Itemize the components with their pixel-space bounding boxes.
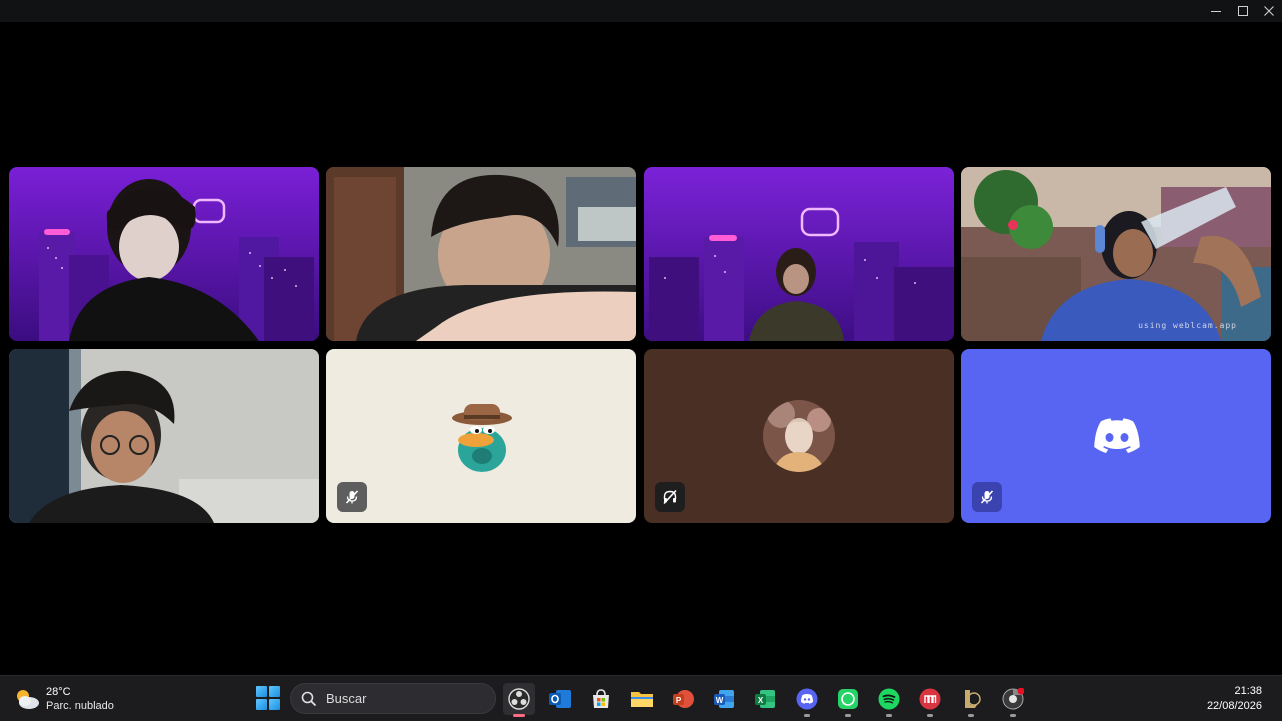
windows-taskbar: 28°C Parc. nublado Buscar P W X 21:38 22…	[0, 675, 1282, 721]
chrome-dev-icon	[1002, 688, 1024, 710]
participant-video-tile[interactable]	[9, 349, 319, 523]
microsoft-store-icon	[593, 689, 609, 708]
taskbar-app-tasks[interactable]	[914, 683, 946, 717]
search-box[interactable]: Buscar	[290, 683, 496, 714]
status-badge	[655, 482, 685, 512]
participant-video-tile[interactable]	[326, 167, 636, 341]
taskbar-app-word[interactable]: W	[708, 683, 740, 715]
participant-avatar-tile[interactable]	[961, 349, 1271, 523]
discord-icon	[796, 688, 818, 710]
powerpoint-icon: P	[673, 690, 694, 708]
participant-video-tile[interactable]	[644, 167, 954, 341]
maximize-icon	[1238, 6, 1248, 16]
close-button[interactable]	[1256, 0, 1282, 22]
league-of-legends-icon	[965, 690, 981, 708]
svg-text:W: W	[716, 696, 724, 705]
obs-icon	[508, 688, 530, 710]
taskbar-app-file-explorer[interactable]	[626, 683, 658, 715]
running-indicator	[804, 714, 810, 717]
deafened-icon	[663, 489, 677, 505]
participant-video-tile[interactable]: using weblcam.app	[961, 167, 1271, 341]
tasks-icon	[919, 688, 941, 710]
camera-feed	[644, 167, 954, 341]
maximize-button[interactable]	[1230, 0, 1256, 22]
svg-text:X: X	[758, 696, 764, 705]
clock-date: 22/08/2026	[1206, 700, 1262, 712]
file-explorer-icon	[631, 692, 653, 707]
weather-description: Parc. nublado	[46, 700, 114, 712]
outlook-icon	[549, 690, 571, 708]
participant-video-tile[interactable]	[9, 167, 319, 341]
clock-time: 21:38	[1234, 685, 1262, 697]
minimize-icon	[1211, 11, 1221, 12]
taskbar-app-whatsapp[interactable]	[832, 683, 864, 717]
muted-mic-icon	[980, 490, 994, 504]
camera-feed	[961, 167, 1271, 341]
camera-feed	[9, 167, 319, 341]
running-indicator	[845, 714, 851, 717]
partly-cloudy-icon	[14, 688, 40, 710]
status-badge	[337, 482, 367, 512]
taskbar-app-excel[interactable]: X	[749, 683, 781, 715]
system-clock[interactable]: 21:38 22/08/2026	[1207, 684, 1262, 714]
excel-icon: X	[755, 690, 775, 708]
running-indicator	[927, 714, 933, 717]
overlay-watermark: using weblcam.app	[1138, 321, 1237, 330]
close-icon	[1264, 6, 1274, 16]
muted-mic-icon	[345, 490, 359, 504]
camera-feed	[326, 167, 636, 341]
photo-avatar	[763, 400, 835, 472]
taskbar-app-outlook[interactable]	[544, 683, 576, 715]
start-button[interactable]	[256, 686, 280, 710]
running-indicator	[968, 714, 974, 717]
weather-temperature: 28°C	[46, 686, 71, 698]
taskbar-app-powerpoint[interactable]: P	[667, 683, 699, 715]
whatsapp-icon	[838, 689, 858, 709]
camera-feed	[9, 349, 319, 523]
participant-avatar-tile[interactable]	[644, 349, 954, 523]
taskbar-app-discord[interactable]	[791, 683, 823, 717]
running-indicator	[513, 714, 525, 717]
weather-widget[interactable]: 28°C Parc. nublado	[14, 683, 114, 715]
taskbar-app-chrome-dev[interactable]	[997, 683, 1029, 717]
running-indicator	[1010, 714, 1016, 717]
taskbar-app-spotify[interactable]	[873, 683, 905, 717]
windows-logo-icon	[256, 686, 267, 697]
status-badge	[972, 482, 1002, 512]
taskbar-app-obs[interactable]	[503, 683, 535, 717]
taskbar-app-store[interactable]	[585, 683, 617, 715]
running-indicator	[886, 714, 892, 717]
search-placeholder: Buscar	[326, 691, 367, 706]
discord-logo	[1094, 418, 1140, 459]
spotify-icon	[878, 688, 900, 710]
participant-avatar-tile[interactable]	[326, 349, 636, 523]
svg-text:P: P	[676, 696, 682, 705]
search-icon	[301, 691, 317, 706]
window-titlebar	[0, 0, 1282, 22]
platypus-agent-avatar	[446, 400, 518, 472]
minimize-button[interactable]	[1203, 0, 1229, 22]
taskbar-app-league[interactable]	[955, 683, 987, 717]
word-icon: W	[714, 690, 734, 708]
